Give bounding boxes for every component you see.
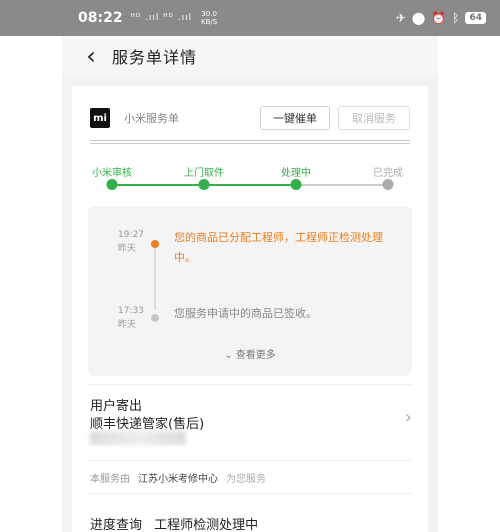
progress-step-label: 处理中 (281, 168, 311, 179)
status-right-icons: ✈ ⬤ ⏰ ᛒ 64 (396, 11, 486, 25)
timeline-dot (151, 240, 159, 248)
brand-row: mi 小米服务单 一键催单 取消服务 (90, 106, 410, 130)
status-time: 08:22 (78, 10, 123, 26)
timeline-day: 昨天 (118, 244, 137, 254)
progress-step-dot (106, 179, 118, 190)
status-bar: 08:22 ᴴᴰ .ııl ᴴᴰ .ııl 30.0 KB/S ✈ ⬤ ⏰ ᛒ … (0, 0, 500, 36)
timeline-day: 昨天 (118, 320, 137, 330)
view-more-label: 查看更多 (235, 350, 276, 361)
net-speed-value: 30.0 (201, 10, 217, 18)
timeline-text: 您的商品已分配工程师，工程师正检测处理中。 (174, 231, 383, 264)
progress-step-dot (198, 179, 210, 190)
bluetooth-icon: ᛒ (452, 11, 460, 25)
progress-step-dot (290, 179, 302, 190)
location-icon: ⬤ (411, 11, 426, 25)
remind-button[interactable]: 一键催单 (260, 106, 330, 130)
progress-step-label: 已完成 (373, 168, 403, 179)
service-center-extra: 为您服务 (226, 473, 266, 485)
timeline-time-value: 19:27 (118, 230, 144, 240)
timeline: 19:27 昨天 您的商品已分配工程师，工程师正检测处理中。 17:33 昨天 … (88, 206, 412, 376)
progress-query-value: 工程师检测处理中 (154, 518, 259, 532)
battery-icon: 64 (465, 12, 486, 24)
timeline-line (154, 242, 156, 310)
brand-name: 小米服务单 (124, 112, 179, 125)
nav-bar: ‹ 服务单详情 (62, 36, 438, 76)
alarm-icon: ⏰ (431, 11, 447, 25)
progress-connector (296, 184, 388, 186)
net-speed: 30.0 KB/S (200, 10, 218, 26)
progress-step-label: 小米审核 (92, 168, 132, 179)
user-delivery-row[interactable]: 用户寄出 顺丰快递管家(售后) › (88, 384, 412, 454)
bluetooth-off-icon: ✈ (395, 11, 406, 25)
progress-connector (204, 184, 296, 186)
signal-icon: ᴴᴰ .ııl ᴴᴰ .ııl (130, 13, 193, 23)
back-button[interactable]: ‹ (74, 39, 108, 73)
divider (90, 140, 410, 144)
page-title: 服务单详情 (112, 48, 198, 67)
mi-logo-icon: mi (90, 108, 110, 128)
chevron-down-icon: ⌄ (224, 350, 233, 361)
progress-connector (112, 184, 204, 186)
timeline-time: 19:27 昨天 (118, 228, 144, 256)
courier-name: 顺丰快递管家(售后) (90, 417, 205, 432)
tracking-number-redacted (90, 431, 186, 445)
chevron-left-icon: ‹ (86, 42, 96, 70)
service-center-row: 本服务由 江苏小米考修中心 为您服务 (88, 460, 412, 494)
right-margin (438, 36, 500, 532)
progress-steps: 小米审核 上门取件 处理中 已完成 (72, 160, 428, 194)
progress-query-row[interactable]: 进度查询 工程师检测处理中 (90, 514, 258, 532)
left-margin (0, 36, 62, 532)
delivery-title: 用户寄出 (90, 399, 143, 414)
timeline-time-value: 17:33 (118, 306, 144, 316)
service-center-label: 本服务由 (90, 473, 130, 485)
service-order-card: mi 小米服务单 一键催单 取消服务 小米审核 上门取件 处理中 已完成 19:27 … (72, 86, 428, 532)
timeline-dot (151, 314, 159, 322)
timeline-time: 17:33 昨天 (118, 304, 144, 332)
cancel-service-button[interactable]: 取消服务 (338, 106, 410, 130)
service-center-name: 江苏小米考修中心 (138, 473, 218, 485)
progress-query-label: 进度查询 (90, 518, 143, 532)
timeline-text: 您服务申请中的商品已签收。 (174, 307, 317, 320)
chevron-right-icon: › (404, 407, 412, 428)
view-more-button[interactable]: ⌄ 查看更多 (88, 346, 412, 361)
progress-step-label: 上门取件 (184, 168, 224, 179)
net-speed-unit: KB/S (201, 18, 218, 26)
progress-step-dot (382, 179, 394, 190)
